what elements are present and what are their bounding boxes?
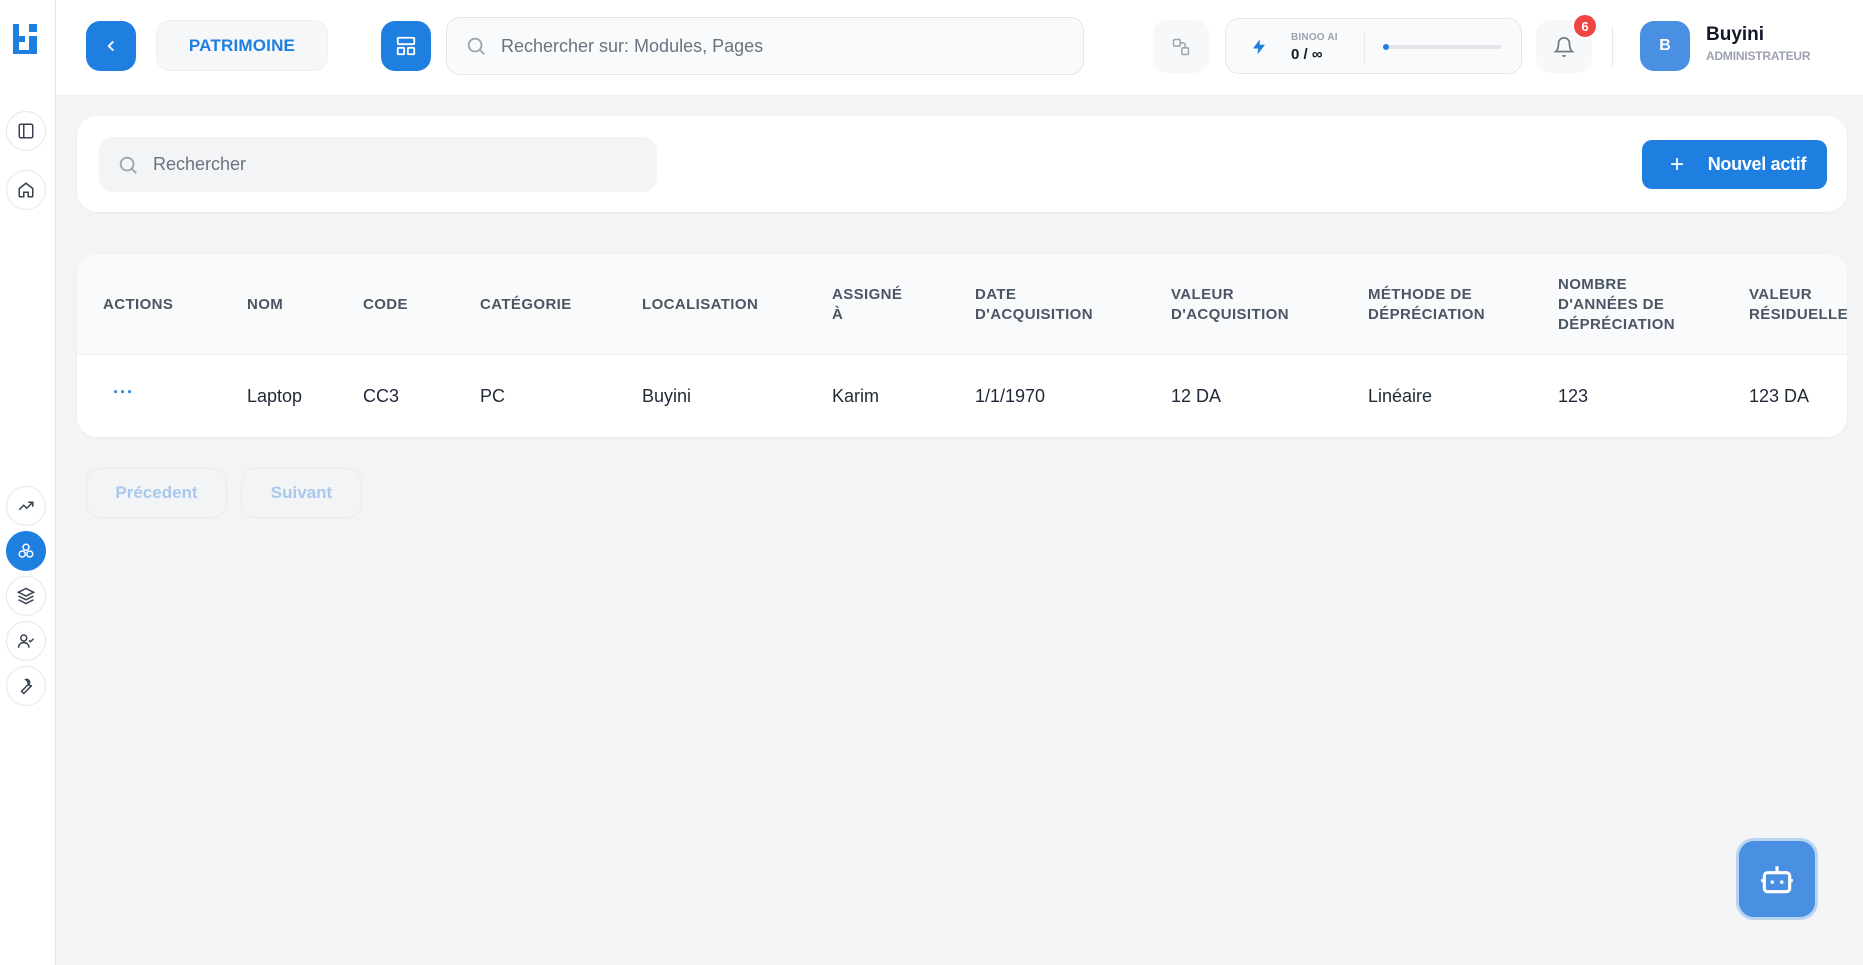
ai-usage-widget[interactable]: BINOO AI 0 / ∞: [1225, 18, 1522, 74]
cell-assigne: Karim: [832, 386, 880, 406]
assistant-bot-button[interactable]: [1736, 838, 1818, 920]
column-header-localisation[interactable]: LOCALISATION: [642, 295, 758, 315]
column-header-nom[interactable]: NOM: [247, 295, 283, 315]
user-name[interactable]: Buyini: [1706, 24, 1764, 46]
cell-valeur-residuelle: 123 DA: [1749, 386, 1810, 406]
column-header-categorie[interactable]: CATÉGORIE: [480, 295, 572, 315]
cell-localisation: Buyini: [642, 386, 692, 406]
apps-icon: [1171, 37, 1191, 57]
global-search-input[interactable]: Rechercher sur: Modules, Pages: [446, 17, 1084, 75]
list-search-placeholder: Rechercher: [153, 154, 247, 174]
column-header-annees[interactable]: NOMBRE D'ANNÉES DE DÉPRÉCIATION: [1558, 275, 1675, 335]
wrench-icon: [17, 677, 35, 695]
sidebar-item-assets[interactable]: [6, 531, 46, 571]
chevron-left-icon: [102, 37, 120, 55]
layers-icon: [17, 587, 35, 605]
bot-icon: [1758, 860, 1796, 898]
column-header-code[interactable]: CODE: [363, 295, 408, 315]
list-toolbar: Rechercher + Nouvel actif: [77, 116, 1847, 212]
sidebar-item-tools[interactable]: [6, 666, 46, 706]
trending-up-icon: [17, 497, 35, 515]
cell-annees: 123: [1558, 386, 1589, 406]
top-header: PATRIMOINE Rechercher sur: Modules, Page…: [56, 0, 1863, 96]
sidebar-toggle-icon: [17, 122, 35, 140]
column-header-actions[interactable]: ACTIONS: [103, 295, 173, 315]
column-header-date-acquisition[interactable]: DATE D'ACQUISITION: [975, 285, 1093, 325]
column-header-valeur-acquisition[interactable]: VALEUR D'ACQUISITION: [1171, 285, 1289, 325]
cell-valeur-acquisition: 12 DA: [1171, 386, 1222, 406]
notifications-badge: 6: [1572, 13, 1598, 39]
sidebar: [0, 0, 56, 965]
app-logo[interactable]: [11, 22, 41, 56]
assets-table: ACTIONS NOM CODE CATÉGORIE LOCALISATION …: [77, 254, 1847, 437]
user-role: ADMINISTRATEUR: [1706, 49, 1811, 63]
lightning-icon: [1250, 37, 1268, 57]
cell-methode: Linéaire: [1368, 386, 1433, 406]
new-asset-button[interactable]: + Nouvel actif: [1642, 140, 1827, 189]
search-icon: [117, 154, 139, 176]
ai-usage-progress-fill: [1383, 44, 1389, 50]
global-search-placeholder: Rechercher sur: Modules, Pages: [501, 35, 764, 56]
cell-code: CC3: [363, 386, 400, 406]
next-page-button[interactable]: Suivant: [241, 468, 362, 518]
sidebar-item-layers[interactable]: [6, 576, 46, 616]
sidebar-item-users[interactable]: [6, 621, 46, 661]
new-asset-label: Nouvel actif: [1707, 154, 1807, 174]
ai-usage-progress: [1383, 44, 1502, 50]
layout-switch-button[interactable]: [381, 21, 431, 71]
ai-divider: [1364, 31, 1365, 63]
header-divider: [1612, 26, 1613, 66]
ai-usage-count: 0 / ∞: [1291, 46, 1323, 63]
search-icon: [465, 35, 487, 57]
sidebar-toggle-button[interactable]: [6, 111, 46, 151]
plus-icon: +: [1670, 150, 1684, 178]
sidebar-item-home[interactable]: [6, 170, 46, 210]
column-header-assigne[interactable]: ASSIGNÉ À: [832, 285, 902, 325]
bell-icon: [1553, 36, 1575, 58]
list-search-input[interactable]: Rechercher: [99, 137, 657, 192]
module-title[interactable]: PATRIMOINE: [156, 20, 328, 71]
user-avatar[interactable]: B: [1640, 21, 1690, 71]
cell-nom: Laptop: [247, 386, 303, 406]
ai-label: BINOO AI: [1291, 32, 1338, 43]
row-actions-menu[interactable]: ···: [113, 382, 134, 403]
cell-date-acquisition: 1/1/1970: [975, 386, 1046, 406]
user-check-icon: [17, 632, 35, 650]
previous-page-button[interactable]: Précedent: [86, 468, 227, 518]
back-button[interactable]: [86, 21, 136, 71]
column-header-methode[interactable]: MÉTHODE DE DÉPRÉCIATION: [1368, 285, 1485, 325]
column-header-valeur-residuelle[interactable]: VALEUR RÉSIDUELLE: [1749, 285, 1847, 325]
table-header: ACTIONS NOM CODE CATÉGORIE LOCALISATION …: [77, 254, 1847, 355]
home-icon: [17, 181, 35, 199]
sidebar-item-analytics[interactable]: [6, 486, 46, 526]
cell-categorie: PC: [480, 386, 506, 406]
layout-icon: [395, 35, 417, 57]
assets-icon: [17, 542, 35, 560]
apps-button[interactable]: [1153, 20, 1209, 73]
